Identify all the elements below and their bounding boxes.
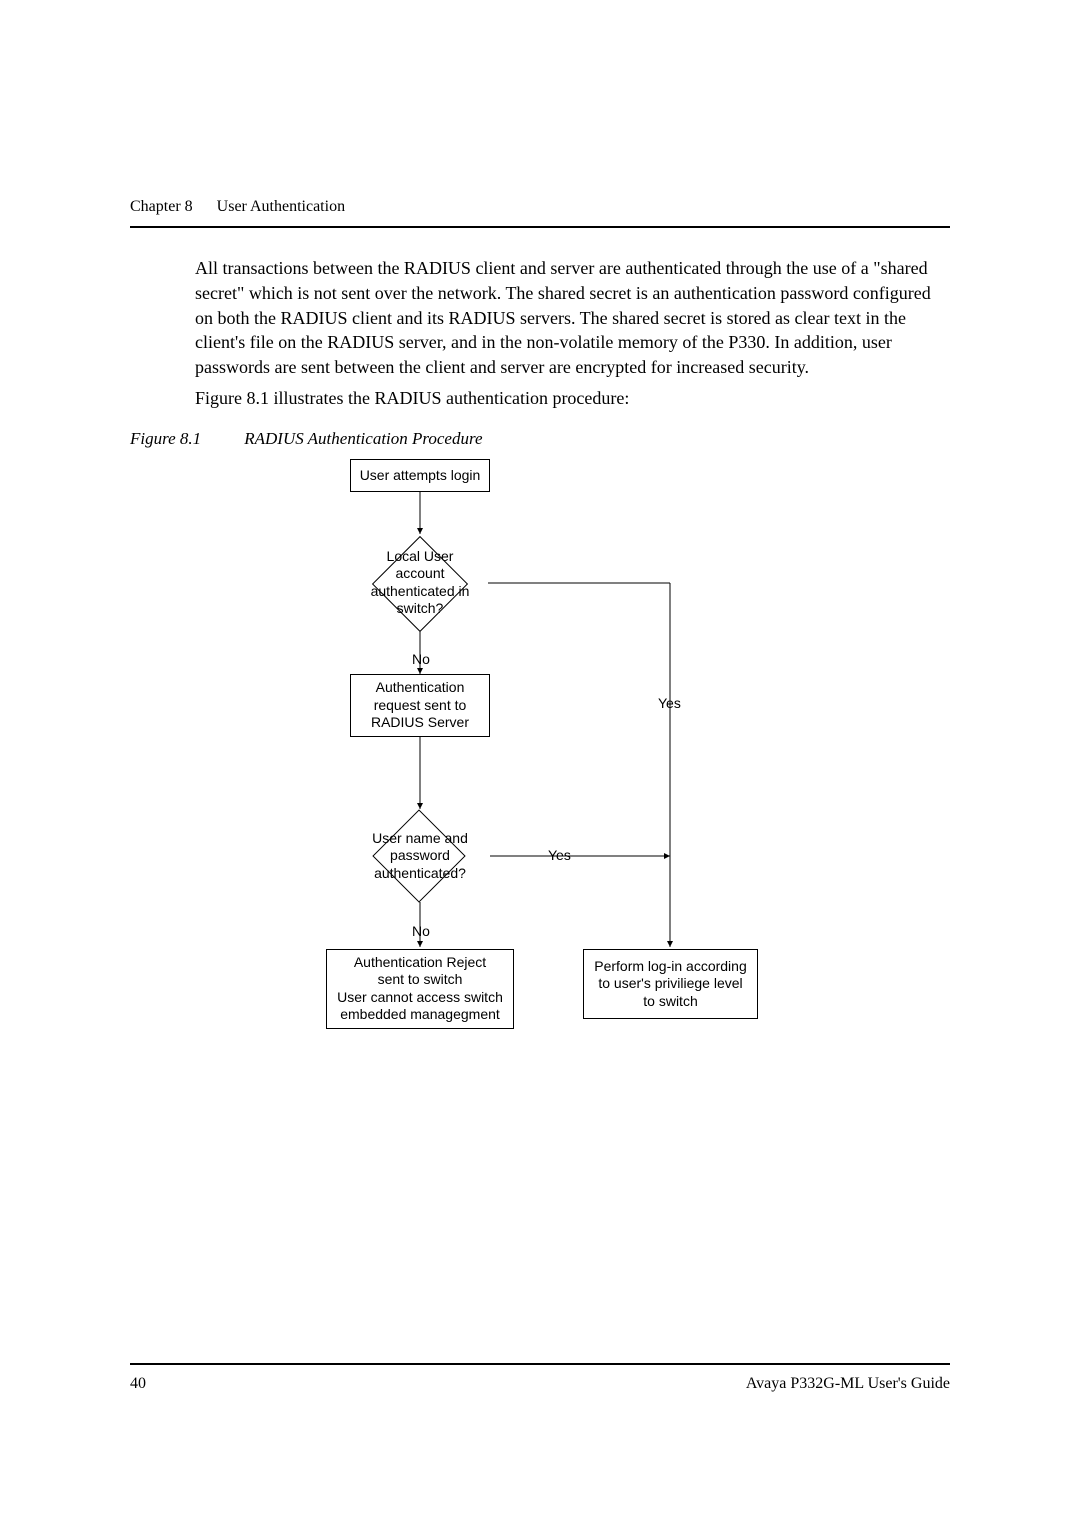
label-no-1: No <box>412 651 430 667</box>
page-number: 40 <box>130 1375 146 1393</box>
flow-box-perform: Perform log-in according to user's privi… <box>583 949 758 1019</box>
flow-box-reject-l4: embedded managegment <box>340 1006 500 1024</box>
flow-diamond-auth: User name and password authenticated? <box>350 809 490 903</box>
diamond-auth-line2: password <box>390 847 450 865</box>
paragraph-shared-secret: All transactions between the RADIUS clie… <box>195 256 950 380</box>
flow-box-login: User attempts login <box>350 459 490 492</box>
label-yes-2: Yes <box>548 847 571 863</box>
chapter-label: Chapter 8 <box>130 198 193 215</box>
flow-box-reject-l1: Authentication Reject <box>354 954 486 972</box>
header-divider <box>130 226 950 228</box>
flow-box-request-l3: RADIUS Server <box>371 714 469 732</box>
flow-box-request: Authentication request sent to RADIUS Se… <box>350 674 490 737</box>
diamond-local-line3: authenticated in <box>371 583 470 601</box>
figure-number: Figure 8.1 <box>130 429 240 449</box>
diamond-local-line2: account <box>395 565 444 583</box>
diamond-auth-line3: authenticated? <box>374 865 466 883</box>
diamond-auth-line1: User name and <box>372 830 468 848</box>
guide-title: Avaya P332G-ML User's Guide <box>746 1375 950 1393</box>
flow-box-login-text: User attempts login <box>360 467 481 485</box>
flow-box-reject-l2: sent to switch <box>378 971 463 989</box>
flow-box-request-l2: request sent to <box>374 697 467 715</box>
page-header: Chapter 8 User Authentication <box>130 198 950 216</box>
flow-box-perform-l1: Perform log-in according <box>594 958 747 976</box>
figure-caption: Figure 8.1 RADIUS Authentication Procedu… <box>130 429 950 449</box>
label-no-2: No <box>412 923 430 939</box>
flow-box-request-l1: Authentication <box>376 679 465 697</box>
flow-diamond-local: Local User account authenticated in swit… <box>352 535 488 631</box>
footer-divider <box>130 1363 950 1365</box>
figure-title: RADIUS Authentication Procedure <box>244 429 482 448</box>
flow-box-perform-l3: to switch <box>643 993 697 1011</box>
flow-box-reject: Authentication Reject sent to switch Use… <box>326 949 514 1029</box>
flowchart: User attempts login Local User account a… <box>300 459 920 1109</box>
diamond-local-line4: switch? <box>397 600 444 618</box>
page-footer: 40 Avaya P332G-ML User's Guide <box>130 1363 950 1393</box>
flow-box-perform-l2: to user's priviliege level <box>598 975 742 993</box>
flow-box-reject-l3: User cannot access switch <box>337 989 503 1007</box>
paragraph-figure-intro: Figure 8.1 illustrates the RADIUS authen… <box>195 386 950 411</box>
chapter-title: User Authentication <box>217 198 345 215</box>
label-yes-1: Yes <box>658 695 681 711</box>
diamond-local-line1: Local User <box>387 548 454 566</box>
